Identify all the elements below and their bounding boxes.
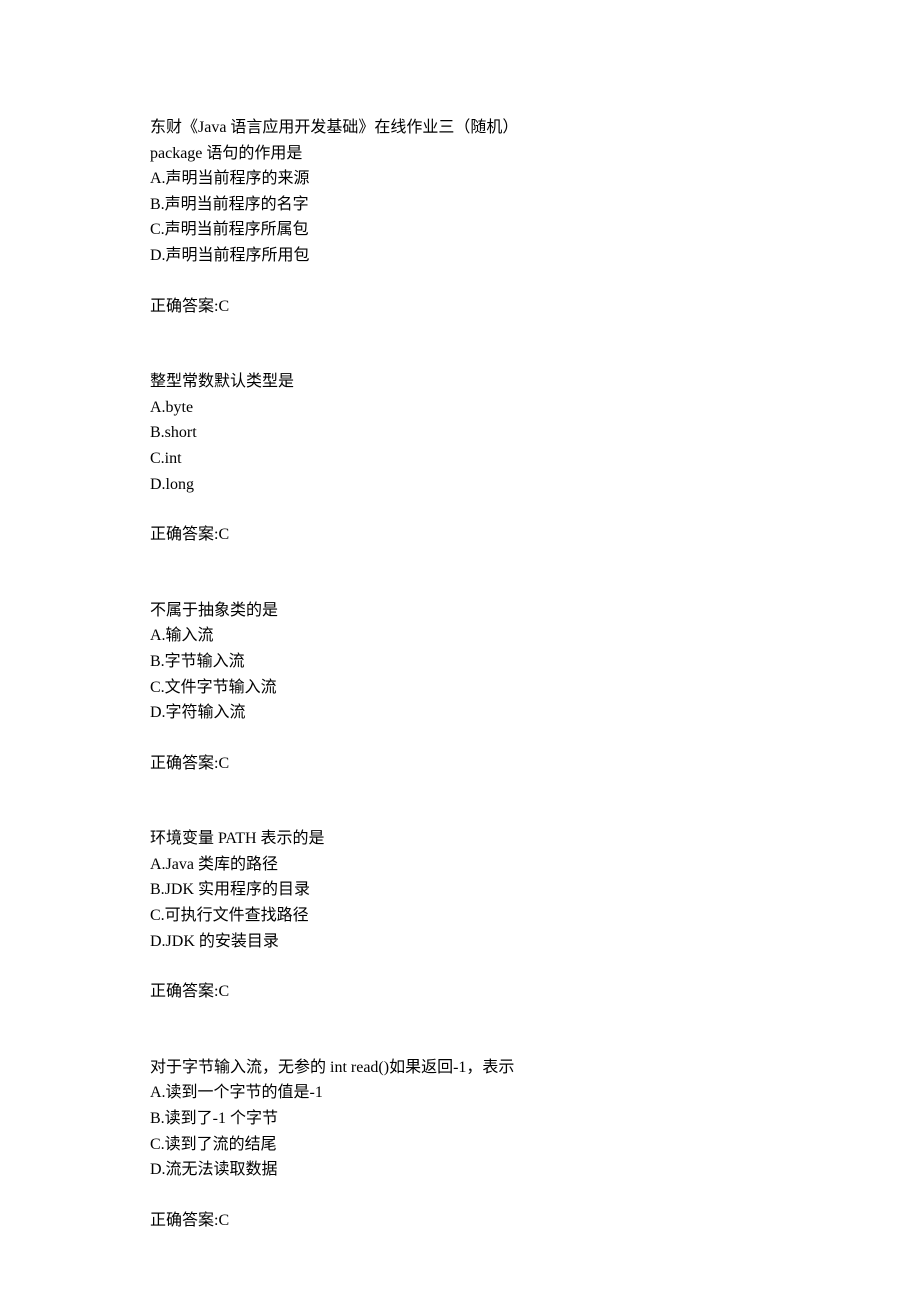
question-text: 整型常数默认类型是 (150, 369, 770, 395)
option-a: A.byte (150, 395, 770, 421)
option-b: B.字节输入流 (150, 649, 770, 675)
question-block-3: 不属于抽象类的是 A.输入流 B.字节输入流 C.文件字节输入流 D.字符输入流… (150, 598, 770, 777)
option-d: D.声明当前程序所用包 (150, 243, 770, 269)
correct-answer: 正确答案:C (150, 979, 770, 1005)
spacer (150, 497, 770, 522)
correct-answer: 正确答案:C (150, 751, 770, 777)
option-b: B.读到了-1 个字节 (150, 1106, 770, 1132)
document-title: 东财《Java 语言应用开发基础》在线作业三（随机） (150, 119, 518, 136)
option-c: C.文件字节输入流 (150, 675, 770, 701)
option-b: B.声明当前程序的名字 (150, 192, 770, 218)
question-text: 环境变量 PATH 表示的是 (150, 826, 770, 852)
spacer (150, 1005, 770, 1055)
question-block-1: package 语句的作用是 A.声明当前程序的来源 B.声明当前程序的名字 C… (150, 141, 770, 320)
option-c: C.读到了流的结尾 (150, 1132, 770, 1158)
option-c: C.声明当前程序所属包 (150, 217, 770, 243)
question-text: package 语句的作用是 (150, 141, 770, 167)
page-content: 东财《Java 语言应用开发基础》在线作业三（随机） package 语句的作用… (0, 0, 920, 1283)
option-c: C.可执行文件查找路径 (150, 903, 770, 929)
spacer (150, 776, 770, 826)
option-a: A.输入流 (150, 623, 770, 649)
spacer (150, 548, 770, 598)
question-text: 对于字节输入流，无参的 int read()如果返回-1，表示 (150, 1055, 770, 1081)
question-block-2: 整型常数默认类型是 A.byte B.short C.int D.long 正确… (150, 369, 770, 548)
question-text: 不属于抽象类的是 (150, 598, 770, 624)
spacer (150, 726, 770, 751)
spacer (150, 954, 770, 979)
option-d: D.JDK 的安装目录 (150, 929, 770, 955)
question-block-5: 对于字节输入流，无参的 int read()如果返回-1，表示 A.读到一个字节… (150, 1055, 770, 1234)
option-d: D.long (150, 472, 770, 498)
spacer (150, 1183, 770, 1208)
option-c: C.int (150, 446, 770, 472)
option-b: B.JDK 实用程序的目录 (150, 877, 770, 903)
correct-answer: 正确答案:C (150, 294, 770, 320)
option-a: A.读到一个字节的值是-1 (150, 1080, 770, 1106)
spacer (150, 319, 770, 369)
option-d: D.字符输入流 (150, 700, 770, 726)
question-block-4: 环境变量 PATH 表示的是 A.Java 类库的路径 B.JDK 实用程序的目… (150, 826, 770, 1005)
correct-answer: 正确答案:C (150, 522, 770, 548)
option-d: D.流无法读取数据 (150, 1157, 770, 1183)
spacer (150, 269, 770, 294)
correct-answer: 正确答案:C (150, 1208, 770, 1234)
option-a: A.声明当前程序的来源 (150, 166, 770, 192)
option-a: A.Java 类库的路径 (150, 852, 770, 878)
option-b: B.short (150, 420, 770, 446)
